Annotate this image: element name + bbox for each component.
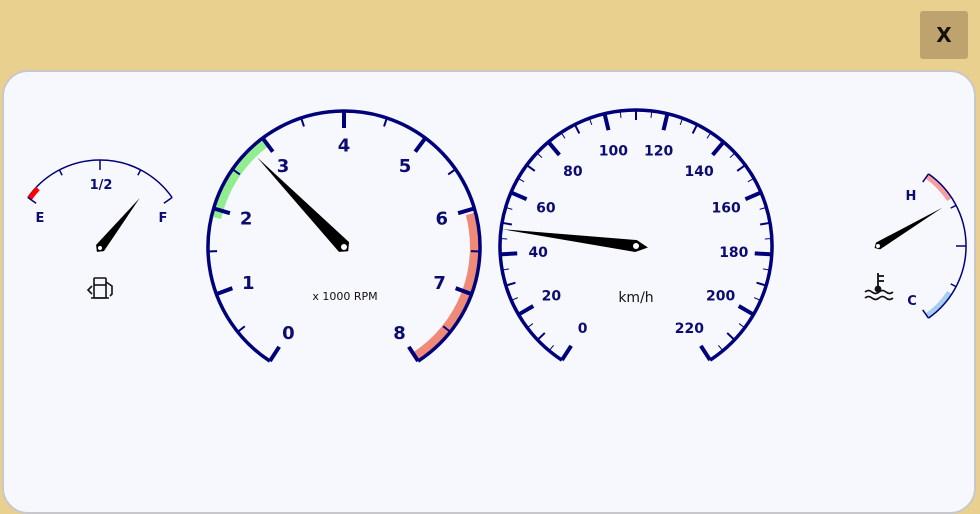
speed-minor-tick [549,345,553,350]
coolant-temperature-icon [865,273,893,300]
tach-label-3: 3 [277,156,290,177]
speed-major-tick [745,192,761,199]
tach-major-tick [270,347,279,361]
speed-minor-tick [737,165,745,171]
fuel-needle-hub [98,246,102,250]
tach-needle-hub [341,244,347,250]
speed-label-140: 140 [684,164,713,180]
speed-label-40: 40 [528,245,548,261]
speed-minor-tick [730,153,735,158]
dashboard-gauges: E 1/2 F 0 1 2 3 4 5 6 7 8 x 1000 RPM 0 20 40 60 80 10… [0,0,980,510]
speed-label-100: 100 [599,144,628,160]
tach-label-4: 4 [338,135,351,156]
tach-label-7: 7 [433,273,446,294]
speed-label-60: 60 [536,200,556,216]
speed-minor-tick [693,125,697,134]
speed-label-0: 0 [578,321,588,337]
speed-label-80: 80 [563,164,583,180]
temp-hot-band [927,176,950,199]
speed-minor-tick [575,125,579,134]
speed-unit-label: km/h [618,290,653,306]
speed-major-tick [562,346,571,360]
speed-labels: 0 20 40 60 80 100 120 140 160 180 200 220 [528,144,748,338]
speed-label-180: 180 [719,245,748,261]
fuel-tick [59,170,62,175]
temp-tick [951,205,956,208]
tach-minor-tick [238,326,245,332]
fuel-low-band [30,189,38,199]
speed-major-tick [605,114,609,131]
fuel-empty-label: E [36,211,45,226]
speed-needle-hub [633,243,639,249]
speed-major-tick [739,306,754,315]
fuel-half-label: 1/2 [90,178,113,193]
speed-minor-tick [506,283,516,286]
speed-major-tick [664,114,668,131]
speed-minor-tick [561,132,565,138]
speed-label-220: 220 [675,321,704,337]
temperature-gauge: H C [865,174,966,318]
speed-minor-tick [727,333,734,340]
tach-minor-tick [448,169,455,174]
speed-major-tick [500,253,517,254]
temp-hot-label: H [906,189,917,204]
tach-minor-tick [384,118,387,127]
speed-minor-tick [757,283,767,286]
tach-major-tick [458,208,474,213]
tach-label-0: 0 [282,323,295,344]
speed-major-tick [755,253,772,254]
fuel-tick [164,198,172,204]
speed-major-tick [548,142,559,155]
fuel-gauge: E 1/2 F [28,160,172,298]
speed-minor-tick [537,153,542,158]
speed-minor-tick [707,132,711,138]
fuel-needle [96,198,140,252]
speedometer: 0 20 40 60 80 100 120 140 160 180 200 220 km/h [500,110,772,360]
tach-unit-label: x 1000 RPM [312,290,377,303]
temp-cold-band [927,292,950,315]
fuel-tick [138,170,141,175]
tach-label-1: 1 [242,273,255,294]
speed-needle [502,229,648,252]
speed-minor-tick [739,324,745,328]
speed-minor-tick [718,345,722,350]
tach-label-6: 6 [436,209,449,230]
tach-minor-tick [301,118,304,127]
speed-minor-tick [538,333,545,340]
speed-major-tick [713,142,724,155]
temp-needle [875,208,943,250]
speed-major-tick [701,346,710,360]
temp-tick [951,284,956,287]
tach-label-2: 2 [240,209,253,230]
speed-label-120: 120 [644,144,673,160]
tachometer: 0 1 2 3 4 5 6 7 8 x 1000 RPM [208,111,480,361]
speed-label-20: 20 [542,288,562,304]
tach-needle [257,157,349,252]
tach-major-tick [415,138,425,152]
fuel-full-label: F [159,211,168,226]
speed-major-tick [519,306,534,315]
tach-label-8: 8 [393,323,406,344]
tach-major-tick [216,288,232,294]
temp-needle-hub [876,244,880,248]
speed-label-200: 200 [706,288,735,304]
speed-label-160: 160 [711,200,740,216]
speed-minor-tick [527,324,533,328]
speed-minor-tick [527,165,535,171]
speed-major-tick [511,192,527,199]
tach-label-5: 5 [399,156,412,177]
temp-cold-label: C [907,294,917,309]
fuel-pump-icon [88,278,112,298]
